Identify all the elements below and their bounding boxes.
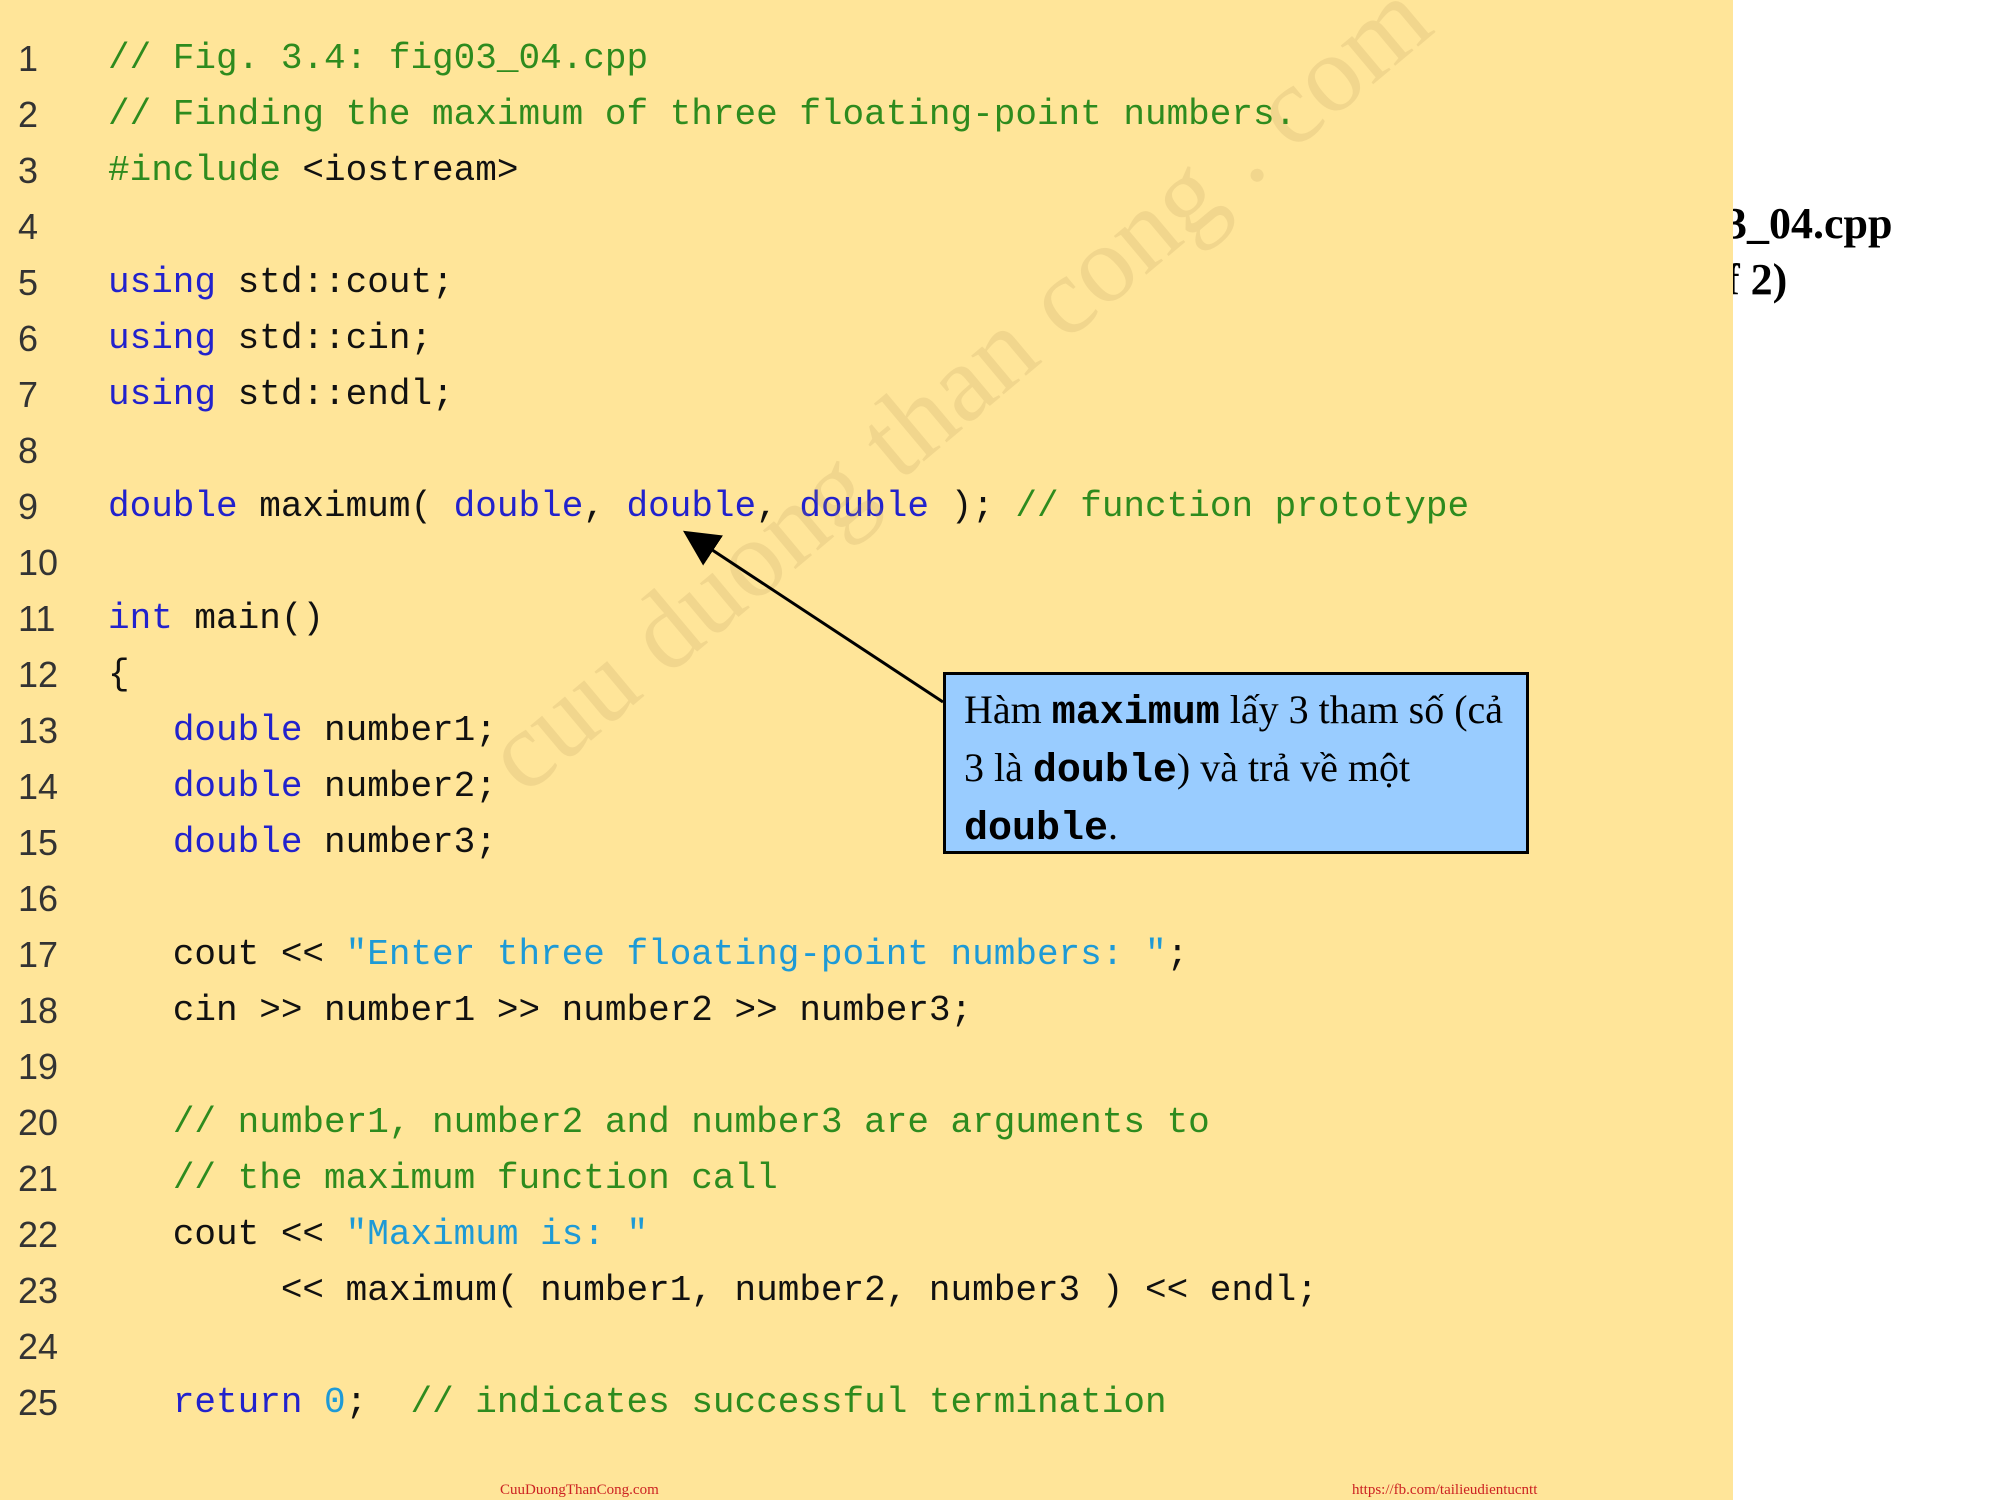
callout-text-3: ) và trả về một (1176, 745, 1411, 790)
footer-site-link[interactable]: CuuDuongThanCong.com (500, 1482, 659, 1499)
footer-fb-link[interactable]: https://fb.com/tailieudientucntt (1352, 1482, 1537, 1499)
callout-note: Hàm maximum lấy 3 tham số (cả 3 là doubl… (943, 672, 1529, 854)
callout-code-double-1: double (1032, 749, 1177, 794)
callout-code-maximum: maximum (1051, 691, 1220, 736)
callout-text-4: . (1108, 803, 1119, 848)
callout-code-double-2: double (964, 807, 1109, 852)
callout-text-1: Hàm (964, 687, 1052, 732)
